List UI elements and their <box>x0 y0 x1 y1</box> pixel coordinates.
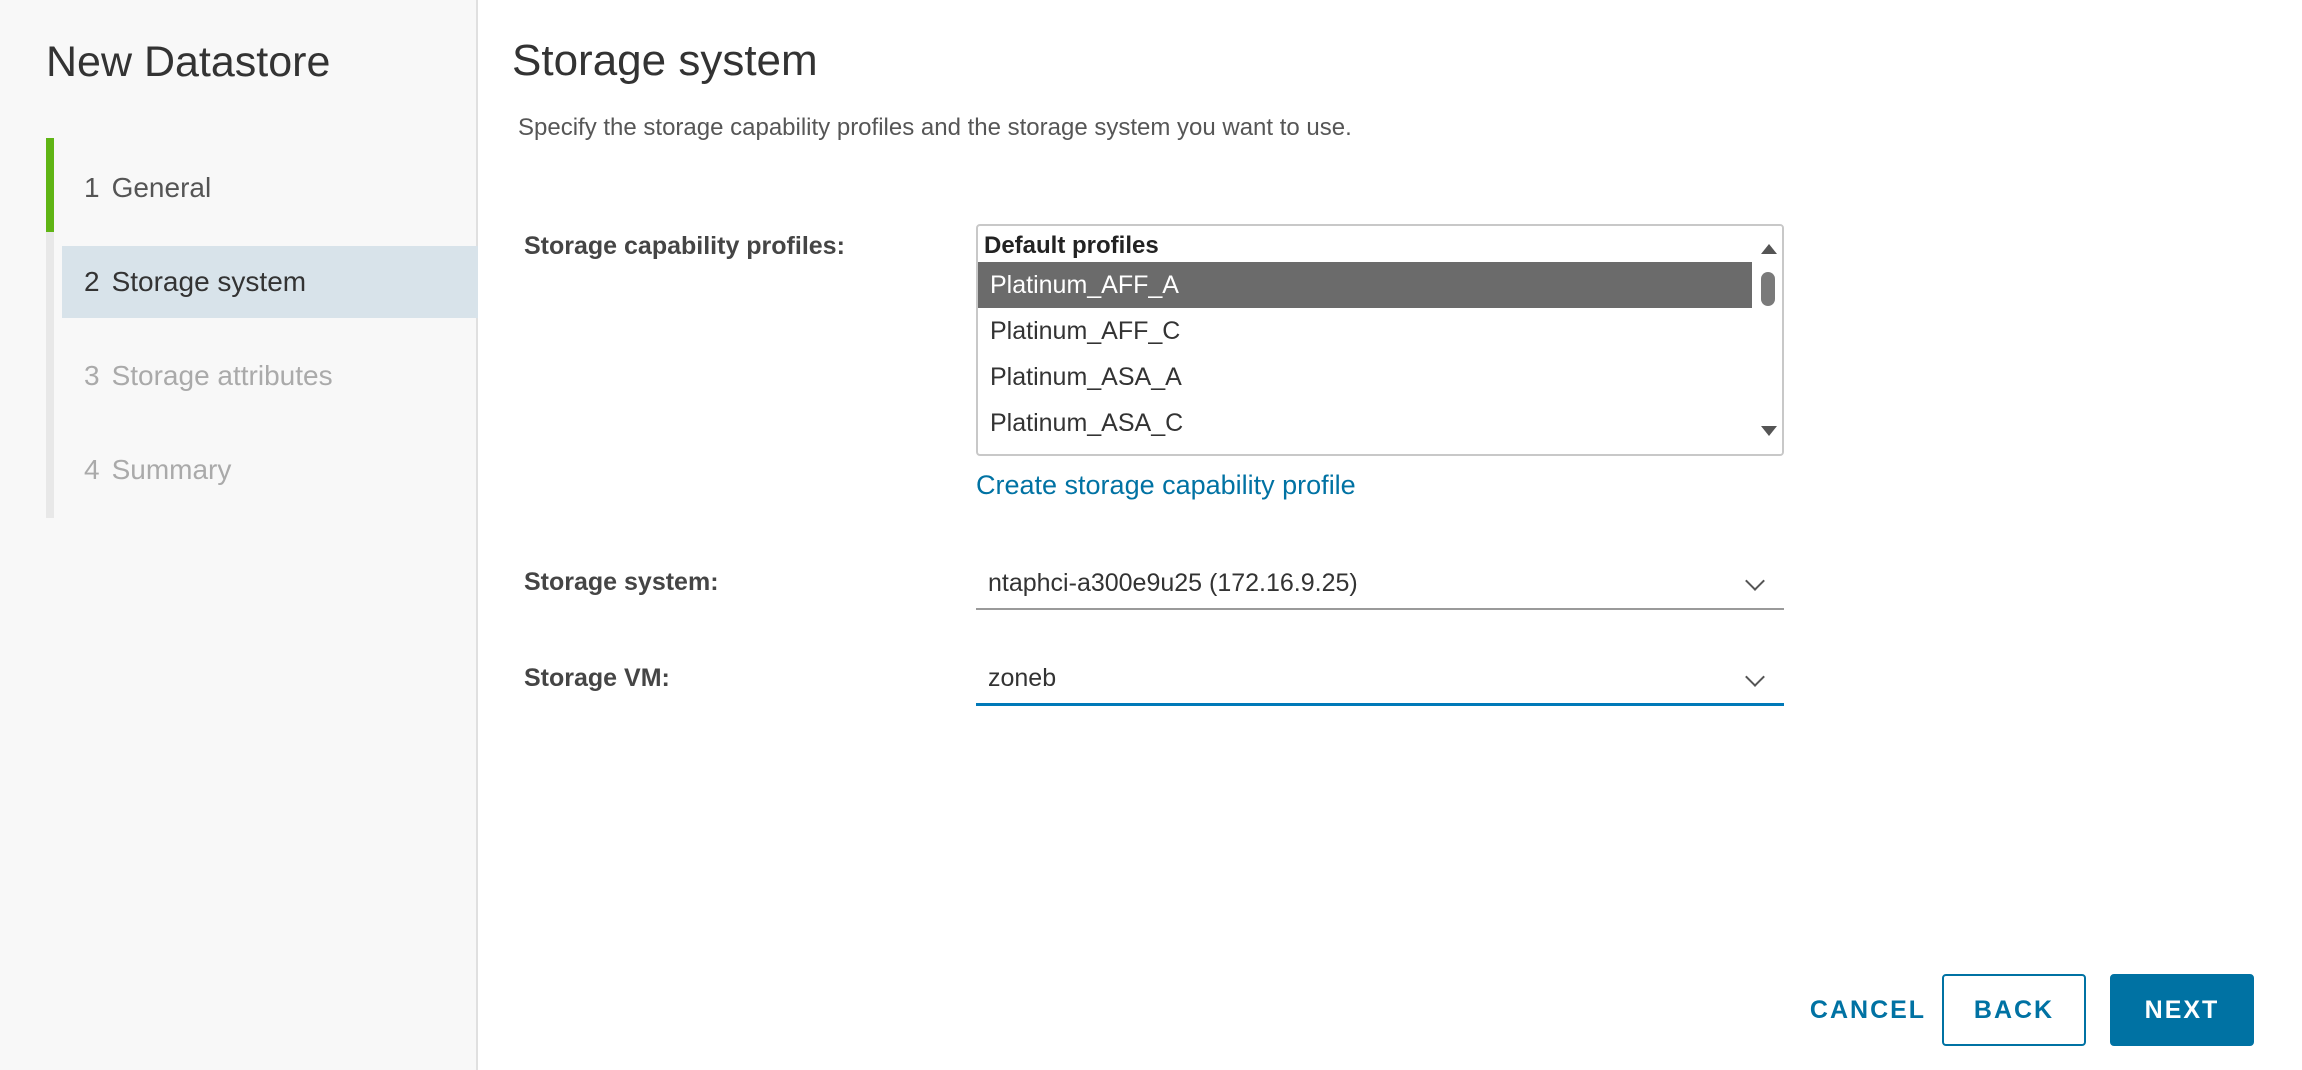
step-number: 2 <box>84 266 100 297</box>
storage-system-select[interactable]: ntaphci-a300e9u25 (172.16.9.25) <box>976 558 1784 610</box>
storage-vm-label: Storage VM: <box>524 664 670 692</box>
wizard-step-summary: 4 Summary <box>62 434 478 506</box>
storage-vm-value: zoneb <box>988 664 1057 692</box>
cancel-button[interactable]: CANCEL <box>1778 974 1958 1046</box>
profile-option[interactable]: Platinum_ASA_A <box>978 354 1752 400</box>
page-description: Specify the storage capability profiles … <box>518 114 1352 141</box>
storage-system-label: Storage system: <box>524 568 719 596</box>
chevron-down-icon <box>1745 571 1765 591</box>
profile-option[interactable]: Platinum_AFF_C <box>978 308 1752 354</box>
step-number: 1 <box>84 172 100 203</box>
profiles-label: Storage capability profiles: <box>524 232 845 260</box>
storage-system-value: ntaphci-a300e9u25 (172.16.9.25) <box>988 568 1358 597</box>
chevron-down-icon <box>1745 667 1765 687</box>
step-number: 3 <box>84 360 100 391</box>
storage-vm-select[interactable]: zoneb <box>976 654 1784 706</box>
scrollbar-thumb[interactable] <box>1761 272 1775 306</box>
profile-option[interactable]: Platinum_AFF_A <box>978 262 1752 308</box>
profiles-listbox[interactable]: Default profiles Platinum_AFF_A Platinum… <box>976 224 1784 456</box>
wizard-content: Storage system Specify the storage capab… <box>480 0 2302 1070</box>
wizard-sidebar: New Datastore 1 General 2 Storage system… <box>0 0 478 1070</box>
wizard-step-storage-attributes: 3 Storage attributes <box>62 340 478 412</box>
triangle-down-icon[interactable] <box>1761 426 1777 436</box>
step-number: 4 <box>84 454 100 485</box>
listbox-scrollbar[interactable] <box>1754 226 1782 454</box>
triangle-up-icon[interactable] <box>1761 244 1777 254</box>
profiles-group-header: Default profiles <box>984 232 1159 259</box>
wizard-step-storage-system[interactable]: 2 Storage system <box>62 246 478 318</box>
wizard-title: New Datastore <box>46 38 331 86</box>
wizard-step-general[interactable]: 1 General <box>62 152 478 224</box>
page-title: Storage system <box>512 36 818 85</box>
step-label: General <box>111 172 212 203</box>
step-label: Summary <box>111 454 232 485</box>
step-complete-indicator <box>46 138 54 232</box>
back-button[interactable]: BACK <box>1942 974 2086 1046</box>
next-button[interactable]: NEXT <box>2110 974 2254 1046</box>
profile-option[interactable]: Platinum_ASA_C <box>978 400 1752 446</box>
step-label: Storage system <box>111 266 307 297</box>
create-profile-link[interactable]: Create storage capability profile <box>976 470 1356 501</box>
step-label: Storage attributes <box>111 360 333 391</box>
